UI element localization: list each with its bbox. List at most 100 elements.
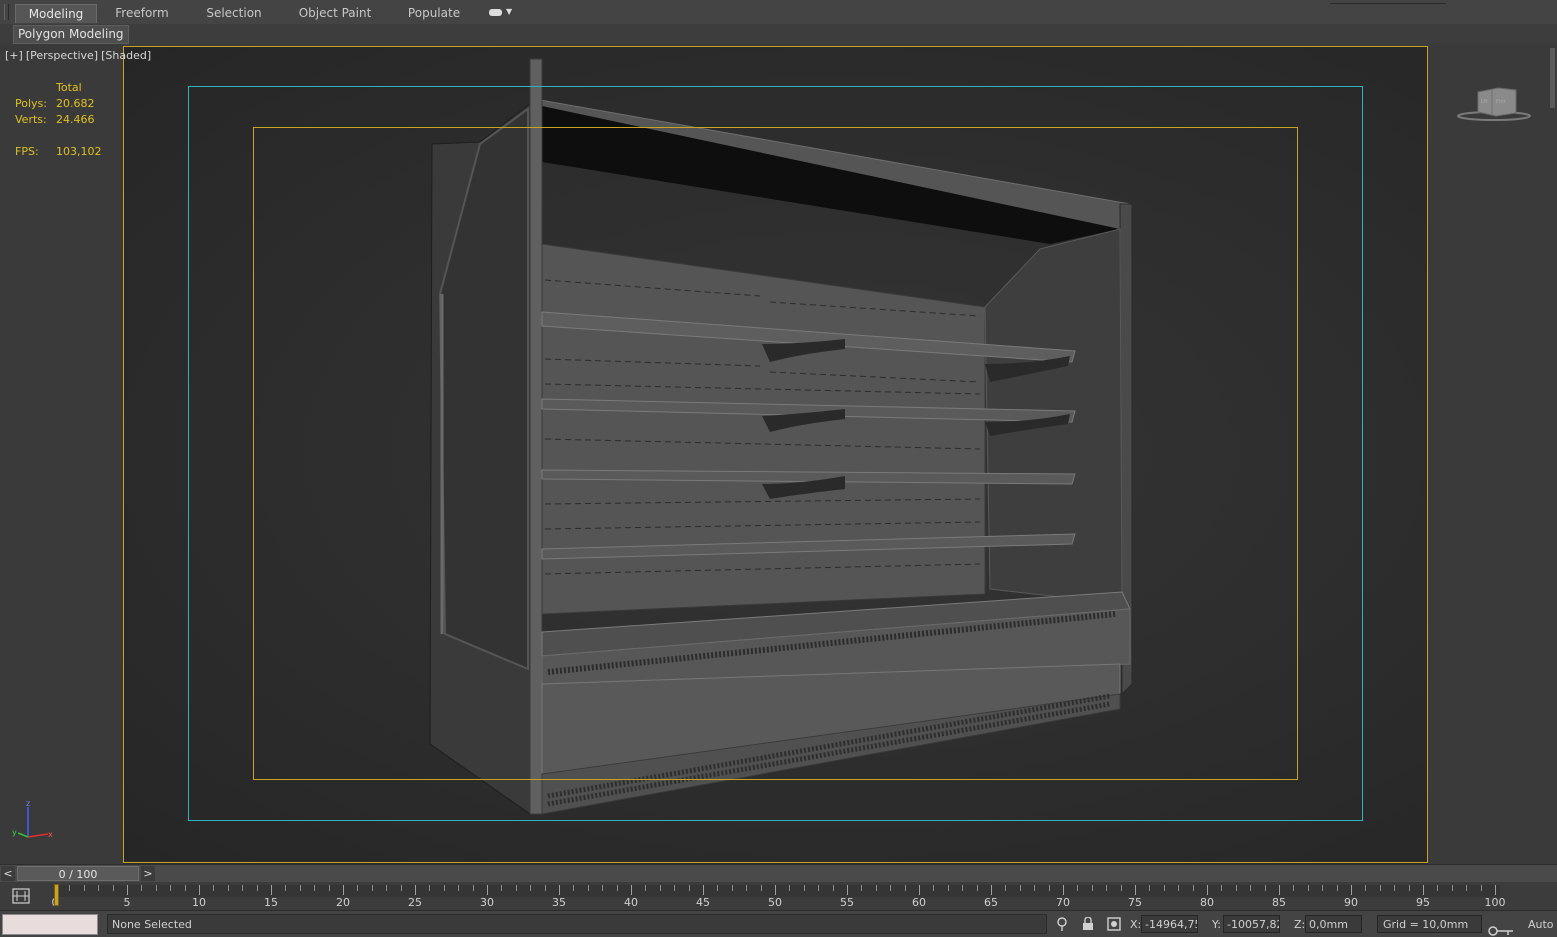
track-tick: [976, 885, 978, 891]
key-icon[interactable]: [1488, 925, 1514, 937]
tab-selection[interactable]: Selection: [193, 4, 275, 22]
track-tick: [515, 885, 517, 891]
track-frame-label: 50: [768, 896, 782, 909]
track-frame-label: 55: [840, 896, 854, 909]
absolute-transform-icon[interactable]: [1107, 917, 1121, 931]
axis-tripod-icon: z y x: [12, 799, 53, 839]
fps-value: 103,102: [56, 145, 102, 158]
x-coord-label: X:: [1130, 918, 1142, 931]
track-tick: [458, 885, 460, 891]
track-tick: [1293, 885, 1295, 891]
track-frame-label: 100: [1484, 896, 1506, 909]
track-tick: [472, 885, 474, 891]
track-tick: [1221, 885, 1223, 891]
track-tick: [847, 885, 848, 895]
track-tick: [170, 885, 172, 891]
track-frame-label: 80: [1200, 896, 1214, 909]
track-tick: [775, 885, 776, 895]
perspective-viewport[interactable]: [+] [Perspective] [Shaded] Total Polys: 20.…: [0, 44, 1557, 864]
x-coord-field[interactable]: -14964,75: [1141, 915, 1198, 933]
track-tick: [285, 885, 287, 891]
track-tick: [98, 885, 100, 891]
track-tick: [919, 885, 920, 895]
track-tick: [386, 885, 388, 891]
y-coord-label: Y:: [1212, 918, 1221, 931]
viewport-label-menu[interactable]: [+] [Perspective] [Shaded]: [5, 49, 154, 62]
track-frame-label: 10: [192, 896, 206, 909]
time-slider-thumb[interactable]: 0 / 100: [17, 866, 139, 881]
track-tick: [127, 885, 128, 895]
track-frame-label: 70: [1056, 896, 1070, 909]
track-tick: [544, 885, 546, 891]
track-tick: [1307, 885, 1309, 891]
polys-value: 20.682: [56, 97, 95, 110]
polys-label: Polys:: [15, 97, 47, 110]
track-tick: [1279, 885, 1280, 895]
track-tick: [1250, 885, 1252, 891]
track-tick: [947, 885, 949, 891]
isolate-selection-icon[interactable]: [1055, 917, 1069, 931]
tab-object-paint[interactable]: Object Paint: [293, 4, 377, 22]
time-slider-next-button[interactable]: >: [141, 866, 155, 881]
track-tick: [328, 885, 330, 891]
ribbon-grip[interactable]: [4, 4, 9, 20]
curve-editor-icon[interactable]: [12, 887, 30, 905]
track-tick: [199, 885, 200, 895]
time-slider[interactable]: < 0 / 100 >: [0, 864, 1557, 883]
maxscript-listener-input[interactable]: [2, 914, 98, 935]
track-tick: [674, 885, 676, 891]
polygon-modeling-panel-button[interactable]: Polygon Modeling: [13, 25, 129, 44]
track-tick: [573, 885, 575, 891]
tab-freeform[interactable]: Freeform: [103, 4, 181, 22]
track-bar: 0510152025303540455055606570758085909510…: [0, 882, 1557, 910]
track-tick: [645, 885, 647, 891]
track-frame-label: 40: [624, 896, 638, 909]
track-tick: [443, 885, 445, 891]
track-tick: [1135, 885, 1136, 895]
ribbon-panel-bar: Polygon Modeling: [0, 24, 1557, 44]
track-tick: [1048, 885, 1050, 891]
tab-modeling[interactable]: Modeling: [15, 4, 97, 23]
track-frame-label: 15: [264, 896, 278, 909]
track-tick: [1192, 885, 1194, 891]
viewport-scrollbar[interactable]: [1550, 48, 1555, 108]
track-frame-label: 20: [336, 896, 350, 909]
viewport-shading-menu[interactable]: [Shaded]: [101, 49, 151, 62]
track-frame-label: 75: [1128, 896, 1142, 909]
track-tick: [256, 885, 258, 891]
ribbon-options-dropdown[interactable]: ▼: [489, 7, 513, 20]
z-coord-field[interactable]: 0,0mm: [1305, 915, 1362, 933]
track-tick: [818, 885, 820, 891]
viewport-general-menu[interactable]: [+]: [5, 49, 23, 62]
track-tick: [487, 885, 488, 895]
verts-value: 24.466: [56, 113, 95, 126]
viewcube-icon[interactable]: Lft Frnt: [1456, 78, 1536, 123]
time-slider-prev-button[interactable]: <: [1, 866, 15, 881]
track-tick: [112, 885, 114, 891]
track-tick: [991, 885, 992, 895]
selection-status: None Selected: [107, 914, 1047, 934]
selection-lock-icon[interactable]: [1081, 917, 1095, 931]
axis-y-label: y: [12, 828, 17, 837]
track-tick: [1063, 885, 1064, 895]
track-tick: [746, 885, 748, 891]
track-tick: [501, 885, 503, 891]
track-tick: [1149, 885, 1151, 891]
axis-x-label: x: [48, 830, 53, 839]
track-tick: [659, 885, 661, 891]
track-ruler[interactable]: 0510152025303540455055606570758085909510…: [52, 882, 1506, 910]
track-tick: [703, 885, 704, 895]
tab-populate[interactable]: Populate: [398, 4, 470, 22]
track-tick: [1264, 885, 1266, 891]
track-frame-label: 25: [408, 896, 422, 909]
viewport-point-of-view-menu[interactable]: [Perspective]: [26, 49, 98, 62]
viewport-render-area[interactable]: [123, 46, 1428, 861]
track-tick: [1379, 885, 1381, 891]
track-tick: [962, 885, 964, 891]
track-tick: [371, 885, 373, 891]
y-coord-field[interactable]: -10057,82: [1223, 915, 1280, 933]
ribbon-toggle-icon: [489, 9, 502, 16]
auto-key-button[interactable]: Auto K: [1528, 918, 1557, 931]
current-frame-marker[interactable]: [54, 884, 59, 906]
track-tick: [789, 885, 791, 891]
